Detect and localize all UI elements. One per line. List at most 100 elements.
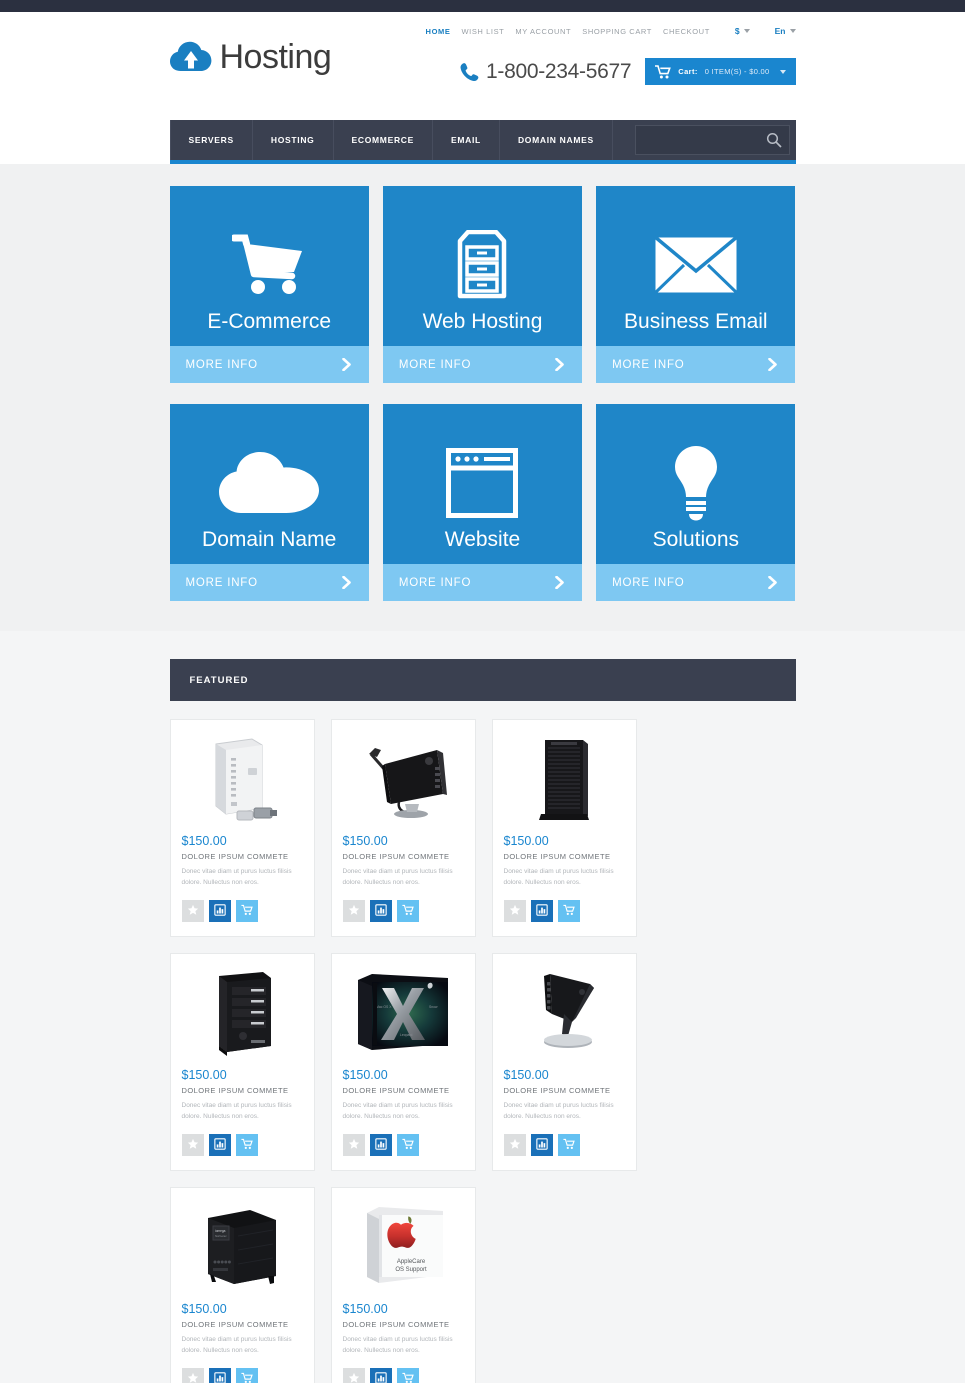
product-card[interactable]: $150.00 DOLORE IPSUM COMMETE Donec vitae d… xyxy=(491,953,637,1171)
product-card[interactable]: $150.00 DOLORE IPSUM COMMETE Donec vitae d… xyxy=(330,719,476,937)
top-link-shopping-cart[interactable]: SHOPPING CART xyxy=(582,27,652,36)
product-name[interactable]: DOLORE IPSUM COMMETE xyxy=(343,1320,464,1329)
search-icon[interactable] xyxy=(766,132,782,148)
star-icon xyxy=(348,1372,360,1383)
compare-button[interactable] xyxy=(369,1134,392,1156)
service-tile-website[interactable]: Website MORE INFO xyxy=(382,404,583,601)
more-info-button[interactable]: MORE INFO xyxy=(169,346,369,383)
wishlist-button[interactable] xyxy=(181,900,204,922)
product-name[interactable]: DOLORE IPSUM COMMETE xyxy=(504,1086,625,1095)
cart-button[interactable]: Cart: 0 ITEM(S) - $0.00 xyxy=(645,58,796,85)
add-to-cart-button[interactable] xyxy=(557,1134,580,1156)
add-to-cart-button[interactable] xyxy=(235,1134,258,1156)
compare-button[interactable] xyxy=(530,900,553,922)
more-info-button[interactable]: MORE INFO xyxy=(596,346,796,383)
product-price: $150.00 xyxy=(181,1302,227,1316)
chevron-right-icon xyxy=(766,575,779,590)
wishlist-button[interactable] xyxy=(342,1134,365,1156)
product-name[interactable]: DOLORE IPSUM COMMETE xyxy=(504,852,625,861)
cart-icon xyxy=(401,904,414,919)
add-to-cart-button[interactable] xyxy=(396,1368,419,1383)
product-name[interactable]: DOLORE IPSUM COMMETE xyxy=(182,1086,303,1095)
service-tile-ecommerce[interactable]: E-Commerce MORE INFO xyxy=(169,186,369,383)
product-card[interactable]: $150.00 DOLORE IPSUM COMMETE Donec vitae d… xyxy=(169,953,315,1171)
search-box[interactable] xyxy=(634,125,790,155)
product-name[interactable]: DOLORE IPSUM COMMETE xyxy=(343,1086,464,1095)
nav-item-hosting[interactable]: HOSTING xyxy=(253,120,334,160)
nav-item-domain-names[interactable]: DOMAIN NAMES xyxy=(500,120,613,160)
tile-title: Business Email xyxy=(624,310,768,333)
top-link-checkout[interactable]: CHECKOUT xyxy=(663,27,710,36)
compare-button[interactable] xyxy=(530,1134,553,1156)
product-image[interactable] xyxy=(504,732,625,824)
currency-selector[interactable]: $ xyxy=(735,26,750,36)
shopping-cart-icon xyxy=(232,226,306,304)
product-image[interactable] xyxy=(182,732,303,824)
more-info-button[interactable]: MORE INFO xyxy=(169,564,369,601)
wishlist-button[interactable] xyxy=(503,900,526,922)
language-selector[interactable]: En xyxy=(775,26,796,36)
product-image[interactable]: AppleCare OS Support xyxy=(343,1200,464,1292)
cart-icon xyxy=(240,1372,253,1383)
compare-button[interactable] xyxy=(369,900,392,922)
compare-button[interactable] xyxy=(369,1368,392,1383)
add-to-cart-button[interactable] xyxy=(557,900,580,922)
service-tile-business-email[interactable]: Business Email MORE INFO xyxy=(596,186,796,383)
service-tile-solutions[interactable]: Solutions MORE INFO xyxy=(596,404,796,601)
product-image[interactable]: Mac OS X Snow Leopard xyxy=(343,966,464,1058)
product-image[interactable]: iomega StorCenter xyxy=(182,1200,303,1292)
site-logo[interactable]: Hosting xyxy=(169,38,332,77)
compare-chart-icon xyxy=(374,1371,387,1383)
compare-button[interactable] xyxy=(208,900,231,922)
cart-label: Cart: xyxy=(678,67,698,76)
product-card[interactable]: $150.00 DOLORE IPSUM COMMETE Donec vitae d… xyxy=(169,719,315,937)
add-to-cart-button[interactable] xyxy=(396,1134,419,1156)
top-accent-strip xyxy=(0,0,965,12)
product-card[interactable]: $150.00 DOLORE IPSUM COMMETE Donec vitae d… xyxy=(491,719,637,937)
product-name[interactable]: DOLORE IPSUM COMMETE xyxy=(182,1320,303,1329)
nav-item-servers[interactable]: SERVERS xyxy=(169,120,253,160)
more-info-button[interactable]: MORE INFO xyxy=(382,564,583,601)
product-card[interactable]: Mac OS X Snow Leopard $150.00 DOLORE IPSUM C… xyxy=(330,953,476,1171)
product-name[interactable]: DOLORE IPSUM COMMETE xyxy=(343,852,464,861)
wishlist-button[interactable] xyxy=(503,1134,526,1156)
product-card[interactable]: AppleCare OS Support $150.00 DOLORE IPSUM C… xyxy=(330,1187,476,1383)
add-to-cart-button[interactable] xyxy=(235,900,258,922)
svg-text:AppleCare: AppleCare xyxy=(397,1259,426,1265)
wishlist-button[interactable] xyxy=(181,1134,204,1156)
chevron-down-icon xyxy=(779,69,786,74)
wishlist-button[interactable] xyxy=(342,1368,365,1383)
product-actions xyxy=(503,1134,625,1156)
top-link-home[interactable]: HOME xyxy=(426,27,451,36)
add-to-cart-button[interactable] xyxy=(235,1368,258,1383)
product-image[interactable] xyxy=(343,732,464,824)
add-to-cart-button[interactable] xyxy=(396,900,419,922)
product-image[interactable] xyxy=(182,966,303,1058)
tile-title: Solutions xyxy=(652,528,740,551)
product-description: Donec vitae diam ut purus luctus filisis… xyxy=(181,868,292,886)
top-link-wish-list[interactable]: WISH LIST xyxy=(461,27,504,36)
compare-button[interactable] xyxy=(208,1134,231,1156)
nav-item-email[interactable]: EMAIL xyxy=(433,120,500,160)
tile-title: Web Hosting xyxy=(422,310,543,333)
compare-chart-icon xyxy=(213,903,226,919)
compare-button[interactable] xyxy=(208,1368,231,1383)
product-price: $150.00 xyxy=(181,1068,227,1082)
wishlist-button[interactable] xyxy=(342,900,365,922)
wishlist-button[interactable] xyxy=(181,1368,204,1383)
cloud-upload-icon xyxy=(169,41,212,75)
top-link-my-account[interactable]: MY ACCOUNT xyxy=(515,27,571,36)
more-info-button[interactable]: MORE INFO xyxy=(382,346,583,383)
product-actions xyxy=(342,1368,464,1383)
service-tile-domain-name[interactable]: Domain Name MORE INFO xyxy=(169,404,369,601)
featured-product-grid: $150.00 DOLORE IPSUM COMMETE Donec vitae d… xyxy=(169,701,796,1383)
more-info-button[interactable]: MORE INFO xyxy=(596,564,796,601)
product-name[interactable]: DOLORE IPSUM COMMETE xyxy=(182,852,303,861)
product-card[interactable]: iomega StorCenter $150.00 DOLORE IPSUM COMM… xyxy=(169,1187,315,1383)
nav-item-ecommerce[interactable]: ECOMMERCE xyxy=(334,120,433,160)
service-tile-web-hosting[interactable]: Web Hosting MORE INFO xyxy=(382,186,583,383)
svg-text:Mac OS X: Mac OS X xyxy=(376,1005,392,1009)
product-image[interactable] xyxy=(504,966,625,1058)
cart-icon xyxy=(562,1138,575,1153)
tile-body: Web Hosting xyxy=(382,186,583,346)
